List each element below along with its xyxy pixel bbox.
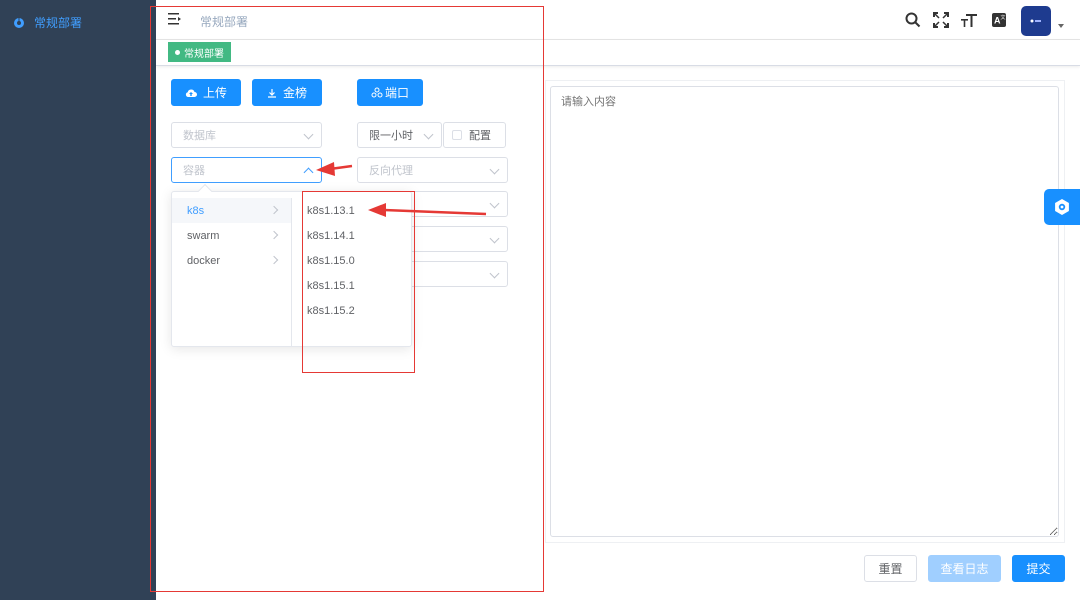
sidebar: 常规部署: [0, 0, 156, 600]
cloud-upload-icon: [185, 88, 197, 98]
time-limit-select[interactable]: 限一小时: [357, 122, 442, 148]
chevron-up-icon: [303, 167, 314, 178]
config-checkbox[interactable]: 配置: [443, 122, 506, 148]
dot-icon: [175, 49, 180, 55]
cascader-option-version[interactable]: k8s1.15.1: [293, 273, 411, 298]
option-label: k8s1.13.1: [307, 204, 355, 217]
upload-button[interactable]: 上传: [171, 79, 241, 106]
cascader-option-version[interactable]: k8s1.15.2: [293, 298, 411, 323]
chevron-right-icon: [269, 230, 279, 240]
port-button[interactable]: 端口: [357, 79, 423, 106]
view-log-button[interactable]: 查看日志: [928, 555, 1001, 582]
chevron-down-icon: [489, 164, 500, 175]
font-size-icon[interactable]: [960, 11, 978, 29]
cascader-option-version[interactable]: k8s1.15.0: [293, 248, 411, 273]
port-label: 端口: [384, 86, 409, 100]
tags-view: 常规部署: [156, 40, 1080, 66]
database-placeholder: 数据库: [183, 130, 216, 142]
config-label: 配置: [469, 130, 491, 142]
svg-text:文: 文: [1001, 14, 1006, 21]
content-textarea[interactable]: [550, 86, 1059, 537]
navbar: 常规部署 A文: [156, 0, 1080, 40]
chevron-down-icon[interactable]: [1058, 24, 1064, 28]
gold-button[interactable]: 金榜: [252, 79, 322, 106]
option-label: k8s1.15.1: [307, 279, 355, 292]
breadcrumb[interactable]: 常规部署: [200, 13, 248, 30]
dashboard-icon: [12, 15, 26, 29]
gold-label: 金榜: [282, 86, 307, 100]
cascader-option-docker[interactable]: docker: [172, 248, 291, 273]
chevron-down-icon: [489, 198, 500, 209]
time-limit-value: 限一小时: [369, 130, 413, 142]
option-label: k8s1.15.0: [307, 254, 355, 267]
translate-icon[interactable]: A文: [990, 11, 1008, 29]
database-select[interactable]: 数据库: [171, 122, 322, 148]
chevron-right-icon: [269, 255, 279, 265]
annotation-arrow-container: [329, 164, 353, 171]
chevron-down-icon: [489, 233, 500, 244]
option-label: k8s: [187, 204, 205, 217]
dropdown-pointer: [197, 183, 213, 199]
tag-deploy[interactable]: 常规部署: [168, 42, 231, 62]
cascader-dropdown: k8s swarm docker k8s1.13.1 k8s1.14.1 k8s…: [171, 183, 412, 347]
cascader-option-version[interactable]: k8s1.14.1: [293, 223, 411, 248]
option-label: k8s1.15.2: [307, 304, 355, 317]
fullscreen-icon[interactable]: [932, 11, 950, 29]
reverse-proxy-placeholder: 反向代理: [369, 165, 413, 177]
option-label: k8s1.14.1: [307, 229, 355, 242]
cascader-panel-platform: k8s swarm docker: [172, 198, 292, 346]
avatar[interactable]: [1021, 6, 1051, 36]
chevron-down-icon: [423, 129, 434, 140]
submit-label: 提交: [1026, 562, 1051, 576]
container-cascader[interactable]: 容器: [171, 157, 322, 183]
share-icon: [371, 87, 383, 98]
settings-gear-icon[interactable]: [1044, 189, 1080, 225]
reverse-proxy-select[interactable]: 反向代理: [357, 157, 508, 183]
tag-label: 常规部署: [184, 48, 224, 60]
sidebar-item-deploy[interactable]: 常规部署: [0, 8, 156, 36]
option-label: swarm: [187, 229, 220, 242]
reset-label: 重置: [878, 562, 903, 576]
checkbox-box[interactable]: [452, 130, 462, 140]
chevron-right-icon: [269, 205, 279, 215]
cascader-option-version[interactable]: k8s1.13.1: [293, 198, 411, 223]
sidebar-item-label: 常规部署: [34, 15, 83, 30]
cascader-option-swarm[interactable]: swarm: [172, 223, 291, 248]
chevron-down-icon: [303, 129, 314, 140]
container-placeholder: 容器: [183, 165, 205, 177]
reset-button[interactable]: 重置: [864, 555, 917, 582]
menu-icon[interactable]: [168, 12, 182, 26]
search-icon[interactable]: [904, 11, 922, 29]
view-log-label: 查看日志: [940, 562, 989, 576]
cascader-option-k8s[interactable]: k8s: [172, 198, 291, 223]
submit-button[interactable]: 提交: [1012, 555, 1065, 582]
chevron-down-icon: [489, 268, 500, 279]
upload-label: 上传: [202, 86, 227, 100]
download-icon: [267, 88, 277, 98]
cascader-panel-version: k8s1.13.1 k8s1.14.1 k8s1.15.0 k8s1.15.1 …: [293, 198, 411, 346]
option-label: docker: [187, 254, 221, 267]
